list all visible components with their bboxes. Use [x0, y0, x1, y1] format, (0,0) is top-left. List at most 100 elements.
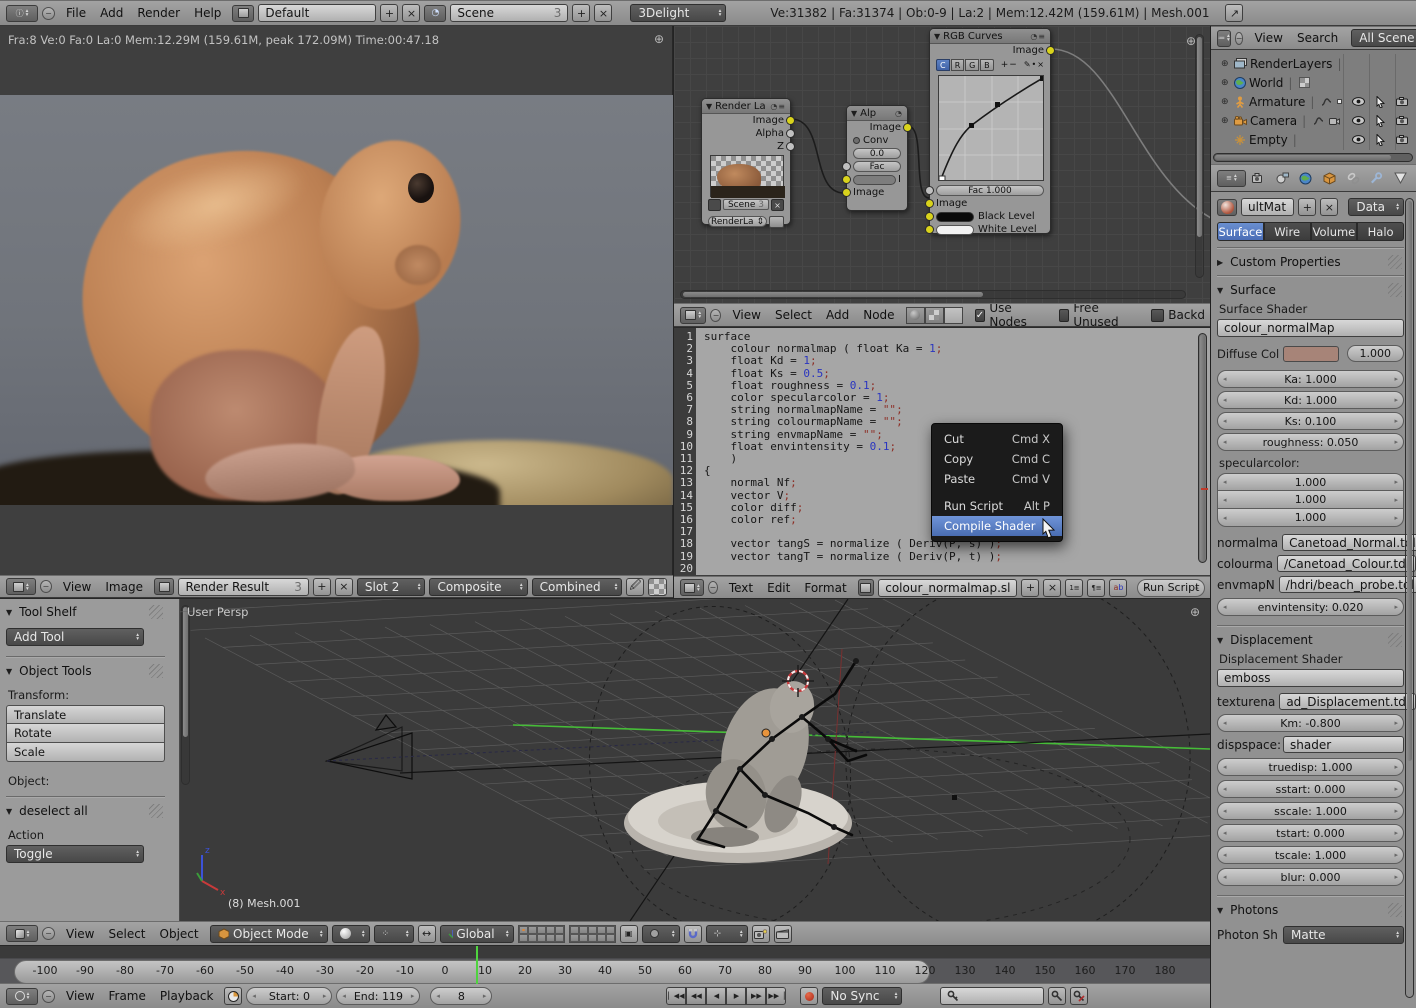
menu-view[interactable]: View: [59, 926, 101, 942]
visibility-eye-icon[interactable]: [1352, 97, 1365, 106]
add-material-button[interactable]: +: [1298, 198, 1316, 216]
menu-object[interactable]: Object: [153, 926, 206, 942]
layer-button[interactable]: [597, 926, 606, 934]
prev-keyframe-button[interactable]: ◀◀: [686, 987, 706, 1005]
fac-slider[interactable]: Fac 1.000: [936, 185, 1044, 196]
slider-1.000-2[interactable]: 1.000: [1217, 509, 1404, 527]
menu-frame[interactable]: Frame: [101, 988, 152, 1004]
menu-render[interactable]: Render: [130, 5, 187, 21]
layer-button[interactable]: [570, 926, 579, 934]
socket-image-out[interactable]: [1046, 46, 1055, 55]
compositing-nodes-icon[interactable]: [944, 307, 963, 324]
free-unused-toggle[interactable]: Free Unused: [1059, 303, 1134, 327]
menu-playback[interactable]: Playback: [153, 988, 221, 1004]
tab-constraints-icon[interactable]: [1342, 168, 1364, 188]
layer-button[interactable]: [528, 934, 537, 942]
new-text-button[interactable]: +: [1021, 579, 1039, 597]
editor-type-timeline[interactable]: ▴▾: [6, 988, 38, 1005]
image-name-field[interactable]: Render Result3: [178, 578, 308, 596]
displacement-shader-field[interactable]: emboss: [1217, 669, 1404, 687]
unlink-text-button[interactable]: ×: [1043, 579, 1061, 597]
socket-white-level-in[interactable]: [925, 225, 934, 234]
context-item-copy[interactable]: CopyCmd C: [932, 449, 1062, 469]
layer-button[interactable]: [528, 926, 537, 934]
socket-image2-in[interactable]: [842, 188, 851, 197]
panel-grip[interactable]: [1388, 633, 1402, 647]
jump-end-button[interactable]: ▶▶▕: [766, 987, 786, 1005]
line-numbers-icon[interactable]: 1≡: [1065, 579, 1083, 597]
material-tab-volume[interactable]: Volume: [1311, 222, 1358, 241]
slider-tstart[interactable]: tstart: 0.000: [1217, 824, 1404, 842]
layer-button[interactable]: [588, 934, 597, 942]
render-anim-opengl-icon[interactable]: [774, 925, 792, 943]
orientation-select[interactable]: Global▴▾: [440, 925, 514, 943]
layer-button[interactable]: [597, 934, 606, 942]
premul-slider[interactable]: 0.0: [853, 148, 901, 159]
viewport-canvas[interactable]: z x User Persp (8) Mesh.001 ⊕: [180, 599, 1210, 921]
snap-element-select[interactable]: ⊹▴▾: [706, 925, 748, 943]
add-scene-button[interactable]: +: [572, 4, 590, 22]
panel-grip[interactable]: [149, 804, 163, 818]
socket-image-out[interactable]: [786, 116, 795, 125]
layer-select[interactable]: Combined▴▾: [532, 578, 623, 596]
play-reverse-button[interactable]: ◀: [706, 987, 726, 1005]
node-rgb-curves[interactable]: ▼RGB Curves◔≡ Image C R G B + − ✎ • ×: [929, 28, 1051, 234]
node-scene-field[interactable]: Scene 3: [723, 199, 769, 210]
scale-button[interactable]: Scale: [6, 743, 165, 762]
texture-nodes-icon[interactable]: [925, 307, 944, 324]
selectability-cursor-icon[interactable]: [1376, 115, 1385, 127]
editor-type-node[interactable]: ▴▾: [680, 307, 706, 324]
new-image-button[interactable]: +: [313, 578, 331, 596]
layer-button[interactable]: [519, 934, 528, 942]
white-level-swatch[interactable]: [936, 225, 974, 235]
curve-zoom-out-icon[interactable]: −: [1009, 60, 1017, 70]
menu-view[interactable]: View: [725, 307, 767, 323]
paint-mode-icon[interactable]: 🖉: [626, 578, 644, 596]
outliner-item-renderlayers[interactable]: ⊕RenderLayers|: [1211, 54, 1416, 73]
menu-search[interactable]: Search: [1290, 30, 1345, 46]
material-tab-halo[interactable]: Halo: [1357, 222, 1404, 241]
curve-widget[interactable]: [938, 75, 1044, 181]
panel-grip[interactable]: [1388, 283, 1402, 297]
curve-tools-icon[interactable]: ✎: [1024, 60, 1031, 69]
rerender-layer-button[interactable]: [769, 216, 784, 228]
pass-select[interactable]: Composite▴▾: [429, 578, 527, 596]
layer-button[interactable]: [579, 926, 588, 934]
render-engine-select[interactable]: 3Delight▴▾: [630, 4, 726, 22]
panel-surface[interactable]: ▼Surface: [1217, 283, 1404, 297]
editor-type-image[interactable]: ▴▾: [6, 578, 36, 595]
layer-button[interactable]: [606, 934, 615, 942]
slider-ka[interactable]: Ka: 1.000: [1217, 370, 1404, 388]
editor-type-text[interactable]: ▴▾: [680, 579, 704, 596]
selectability-cursor-icon[interactable]: [1376, 96, 1385, 108]
visibility-eye-icon[interactable]: [1352, 135, 1365, 144]
curve-point-icon[interactable]: •: [1032, 60, 1037, 69]
selectability-cursor-icon[interactable]: [1376, 134, 1385, 146]
fac-slider[interactable]: Fac: [853, 161, 901, 172]
mode-select[interactable]: Object Mode▴▾: [210, 925, 328, 943]
collapse-menus-button[interactable]: −: [40, 580, 52, 593]
manipulator-toggle[interactable]: ↔: [418, 925, 436, 943]
panel-grip[interactable]: [149, 664, 163, 678]
node-hscrollbar[interactable]: [680, 290, 1186, 299]
layer-button[interactable]: [606, 926, 615, 934]
play-button[interactable]: ▶: [726, 987, 746, 1005]
channel-b-button[interactable]: B: [980, 59, 994, 71]
tab-world-icon[interactable]: [1295, 168, 1317, 188]
socket-black-level-in[interactable]: [925, 212, 934, 221]
collapse-menus-button[interactable]: −: [1235, 32, 1244, 45]
lock-to-scene-icon[interactable]: ▣: [620, 925, 638, 943]
editor-type-properties[interactable]: ≡▴▾: [1217, 170, 1246, 187]
layer-buttons-group1[interactable]: [518, 925, 565, 943]
outliner-item-armature[interactable]: ⊕Armature|: [1211, 92, 1416, 111]
end-frame-field[interactable]: End: 119: [336, 987, 420, 1005]
tab-object-icon[interactable]: [1319, 168, 1341, 188]
panel-tool-shelf[interactable]: ▼Tool Shelf: [6, 605, 165, 619]
node-header[interactable]: ▼Alp◔: [847, 106, 907, 121]
translate-button[interactable]: Translate: [6, 705, 165, 724]
collapse-menus-button[interactable]: −: [42, 927, 55, 940]
visibility-eye-icon[interactable]: [1352, 116, 1365, 125]
menu-select[interactable]: Select: [768, 307, 819, 323]
outliner-item-empty[interactable]: Empty|: [1211, 130, 1416, 149]
slider-sscale[interactable]: sscale: 1.000: [1217, 802, 1404, 820]
